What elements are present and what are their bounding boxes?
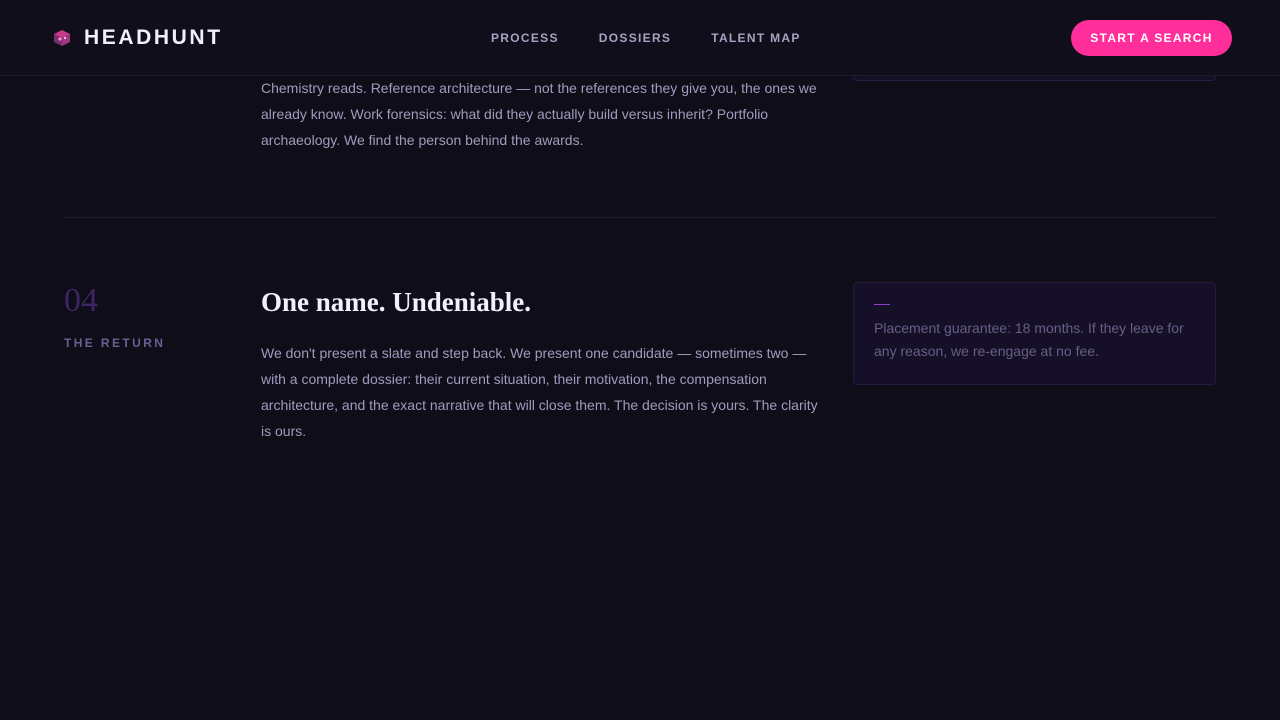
cube-logo-icon bbox=[54, 30, 70, 46]
note-dash-divider bbox=[874, 304, 890, 305]
main-nav: PROCESS DOSSIERS TALENT MAP bbox=[491, 31, 841, 45]
section-divider bbox=[64, 217, 1216, 218]
step-title: One name. Undeniable. bbox=[261, 287, 532, 317]
site-header: HEADHUNT PROCESS DOSSIERS TALENT MAP STA… bbox=[0, 0, 1280, 76]
guarantee-note-text: Placement guarantee: 18 months. If they … bbox=[874, 320, 1184, 359]
previous-section-body: Chemistry reads. Reference architecture … bbox=[261, 80, 817, 148]
guarantee-note-card: Placement guarantee: 18 months. If they … bbox=[853, 282, 1216, 385]
start-search-button[interactable]: START A SEARCH bbox=[1071, 20, 1232, 56]
brand-logo[interactable]: HEADHUNT bbox=[52, 26, 223, 50]
nav-process-link[interactable]: PROCESS bbox=[491, 31, 559, 45]
step-body: We don't present a slate and step back. … bbox=[261, 345, 818, 439]
nav-talent-map-link[interactable]: TALENT MAP bbox=[711, 31, 800, 45]
step-number: 04 bbox=[64, 282, 98, 319]
nav-dossiers-link[interactable]: DOSSIERS bbox=[599, 31, 671, 45]
brand-name: HEADHUNT bbox=[84, 26, 223, 49]
step-label: THE RETURN bbox=[64, 336, 166, 350]
